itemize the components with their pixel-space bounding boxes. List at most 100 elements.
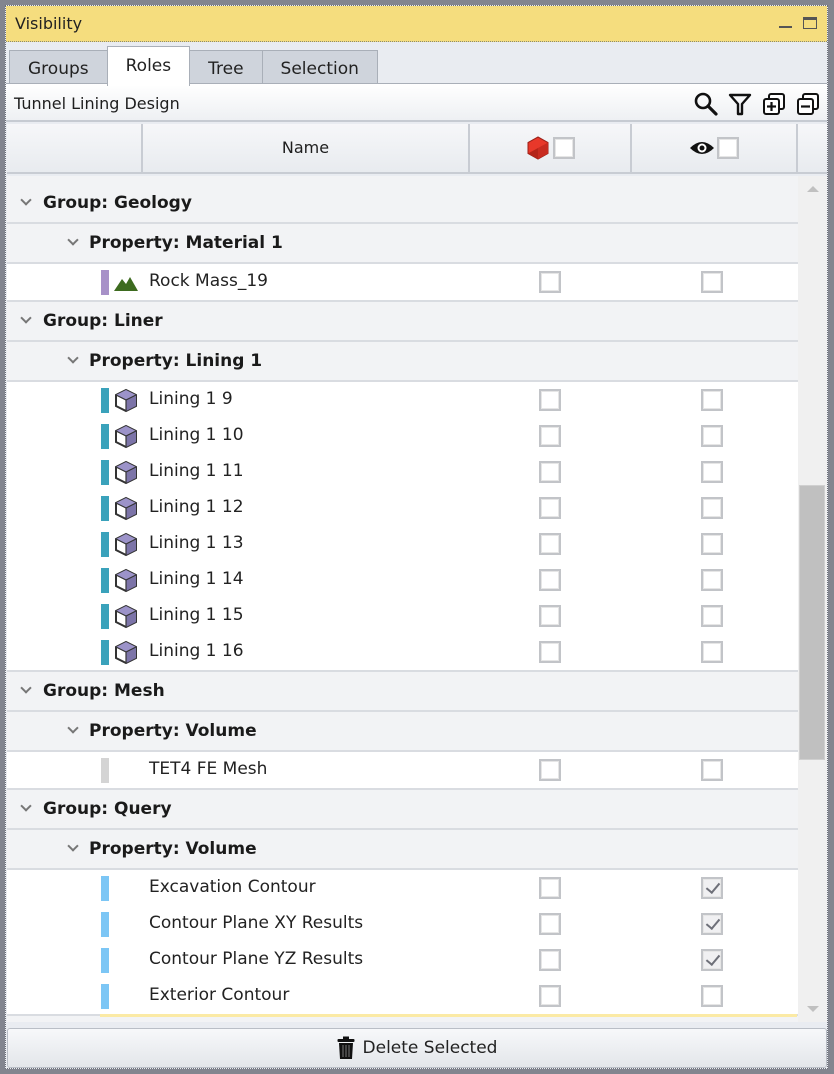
selectable-checkbox[interactable]	[539, 985, 561, 1007]
tab-groups[interactable]: Groups	[9, 50, 108, 86]
visibility-checkbox[interactable]	[701, 985, 723, 1007]
visibility-checkbox[interactable]	[701, 913, 723, 935]
tab-selection[interactable]: Selection	[261, 50, 378, 86]
collapse-all-icon[interactable]	[795, 91, 821, 117]
item-name: Excavation Contour	[149, 877, 316, 897]
color-swatch	[101, 424, 109, 449]
list-item[interactable]: Rock Mass_19	[7, 264, 798, 302]
color-swatch	[101, 532, 109, 557]
cube-icon	[113, 640, 139, 665]
group-label: Group: Query	[43, 799, 172, 819]
delete-selected-button[interactable]: Delete Selected	[7, 1028, 827, 1068]
list-item[interactable]: Lining 1 10	[7, 418, 798, 454]
chevron-down-icon[interactable]	[21, 315, 31, 325]
selectable-checkbox[interactable]	[539, 641, 561, 663]
title-bar: Visibility	[6, 6, 827, 42]
item-name: Lining 1 12	[149, 497, 244, 517]
list-item[interactable]: Lining 1 12	[7, 490, 798, 526]
cube-icon	[113, 424, 139, 449]
list-item[interactable]: Excavation Contour	[7, 870, 798, 906]
selectable-checkbox[interactable]	[539, 759, 561, 781]
chevron-down-icon[interactable]	[21, 803, 31, 813]
list-item[interactable]: Lining 1 15	[7, 598, 798, 634]
visibility-checkbox[interactable]	[701, 877, 723, 899]
scroll-thumb[interactable]	[799, 485, 825, 760]
color-swatch	[101, 496, 109, 521]
group-label: Group: Geology	[43, 193, 192, 213]
show-all-checkbox[interactable]	[717, 137, 739, 159]
selectable-checkbox[interactable]	[539, 913, 561, 935]
color-swatch	[101, 460, 109, 485]
list-item[interactable]: Lining 1 16	[7, 634, 798, 672]
minimize-icon[interactable]	[777, 16, 793, 30]
visibility-checkbox[interactable]	[701, 461, 723, 483]
chevron-down-icon[interactable]	[68, 843, 78, 853]
item-name: Rock Mass_19	[149, 271, 268, 291]
property-label: Property: Volume	[89, 839, 257, 859]
group-row[interactable]: Group: Liner	[7, 302, 798, 342]
mountain-icon	[113, 270, 139, 295]
column-header-name[interactable]: Name	[143, 124, 470, 172]
selectable-checkbox[interactable]	[539, 425, 561, 447]
selectable-checkbox[interactable]	[539, 533, 561, 555]
search-icon[interactable]	[693, 91, 719, 117]
item-name: Lining 1 13	[149, 533, 244, 553]
chevron-down-icon[interactable]	[68, 355, 78, 365]
document-name: Tunnel Lining Design	[14, 94, 180, 113]
list-item[interactable]: Exterior Contour	[7, 978, 798, 1016]
cube-icon	[113, 568, 139, 593]
filter-icon[interactable]	[727, 91, 753, 117]
list-item[interactable]: TET4 FE Mesh	[7, 752, 798, 790]
visibility-checkbox[interactable]	[701, 533, 723, 555]
selectable-checkbox[interactable]	[539, 949, 561, 971]
vertical-scrollbar[interactable]	[798, 176, 827, 1022]
selectable-checkbox[interactable]	[539, 497, 561, 519]
visibility-checkbox[interactable]	[701, 569, 723, 591]
group-row[interactable]: Group: Query	[7, 790, 798, 830]
visibility-checkbox[interactable]	[701, 949, 723, 971]
list-item[interactable]: Contour Plane XY Results	[7, 906, 798, 942]
visibility-checkbox[interactable]	[701, 759, 723, 781]
selectable-checkbox[interactable]	[539, 877, 561, 899]
scroll-down-arrow[interactable]	[807, 1006, 819, 1012]
color-swatch	[101, 948, 109, 973]
chevron-down-icon[interactable]	[21, 685, 31, 695]
column-header: Name	[7, 124, 827, 174]
column-header-visibility	[632, 124, 798, 172]
visibility-checkbox[interactable]	[701, 497, 723, 519]
maximize-icon[interactable]	[802, 16, 818, 30]
property-row[interactable]: Property: Volume	[7, 712, 798, 752]
item-name: TET4 FE Mesh	[149, 759, 268, 779]
group-row[interactable]: Group: Mesh	[7, 672, 798, 712]
tab-roles[interactable]: Roles	[106, 46, 191, 86]
expand-all-icon[interactable]	[761, 91, 787, 117]
property-label: Property: Material 1	[89, 233, 283, 253]
list-item[interactable]: Lining 1 9	[7, 382, 798, 418]
property-row[interactable]: Property: Material 1	[7, 224, 798, 264]
selectable-checkbox[interactable]	[539, 461, 561, 483]
chevron-down-icon[interactable]	[21, 197, 31, 207]
selectable-checkbox[interactable]	[539, 389, 561, 411]
property-row[interactable]: Property: Lining 1	[7, 342, 798, 382]
chevron-down-icon[interactable]	[68, 237, 78, 247]
selectable-checkbox[interactable]	[539, 569, 561, 591]
visibility-checkbox[interactable]	[701, 271, 723, 293]
scroll-up-arrow[interactable]	[807, 186, 819, 192]
group-row[interactable]: Group: Geology	[7, 184, 798, 224]
select-all-checkbox[interactable]	[553, 137, 575, 159]
list-item[interactable]: Lining 1 13	[7, 526, 798, 562]
panel-title: Visibility	[15, 14, 83, 33]
visibility-checkbox[interactable]	[701, 605, 723, 627]
visibility-checkbox[interactable]	[701, 425, 723, 447]
selectable-checkbox[interactable]	[539, 605, 561, 627]
visibility-checkbox[interactable]	[701, 641, 723, 663]
visibility-checkbox[interactable]	[701, 389, 723, 411]
item-name: Lining 1 11	[149, 461, 244, 481]
selectable-checkbox[interactable]	[539, 271, 561, 293]
list-item[interactable]: Lining 1 11	[7, 454, 798, 490]
property-row[interactable]: Property: Volume	[7, 830, 798, 870]
tab-tree[interactable]: Tree	[189, 50, 263, 86]
list-item[interactable]: Lining 1 14	[7, 562, 798, 598]
chevron-down-icon[interactable]	[68, 725, 78, 735]
list-item[interactable]: Contour Plane YZ Results	[7, 942, 798, 978]
